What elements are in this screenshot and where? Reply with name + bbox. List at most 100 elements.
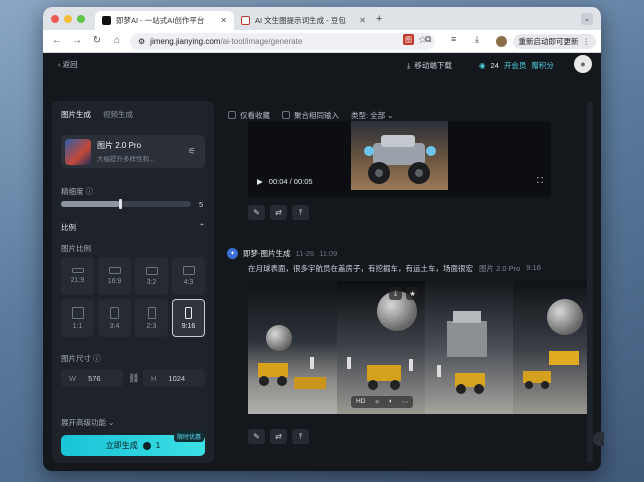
tab-title: AI 文生图提示词生成 - 豆包 xyxy=(255,16,346,25)
magic-wand-icon[interactable]: ✧ xyxy=(374,398,379,406)
tab-groups-icon[interactable]: ≡ xyxy=(451,34,456,44)
link-aspect-icon[interactable]: ⛓ xyxy=(128,373,139,384)
download-label: 移动端下载 xyxy=(414,61,452,70)
home-icon[interactable]: ⌂ xyxy=(111,35,123,46)
result-image-2[interactable]: ⤓ ★ HD ✧ ◐ ⋯ xyxy=(337,281,425,414)
ratio-option[interactable]: 16:9 xyxy=(98,257,131,295)
result-image-1[interactable] xyxy=(248,281,337,414)
close-window-button[interactable] xyxy=(51,15,59,23)
site-info-icon[interactable]: ⚙ xyxy=(138,37,145,46)
upload-icon[interactable]: ⤒ xyxy=(292,205,309,220)
tab-jimeng[interactable]: 即梦AI - 一站式AI创作平台 ✕ xyxy=(95,11,234,30)
regenerate-icon[interactable]: ⇄ xyxy=(270,429,287,444)
precision-slider-fill xyxy=(61,201,120,207)
edit-icon[interactable]: ✎ xyxy=(248,429,265,444)
back-button[interactable]: ‹ 返回 xyxy=(58,59,78,70)
side-float-button[interactable] xyxy=(593,432,604,446)
tab-image-generation[interactable]: 图片生成 xyxy=(61,109,91,123)
ratio-option[interactable]: 21:9 xyxy=(61,257,94,295)
ratio-section-header[interactable]: 比例 ⌃ xyxy=(61,222,205,233)
model-thumbnail xyxy=(65,138,91,165)
ratio-option[interactable]: 9:16 xyxy=(172,299,205,337)
ratio-option[interactable]: 3:2 xyxy=(135,257,168,295)
extension-icon[interactable]: 图 xyxy=(403,34,414,45)
ratio-label: 2:3 xyxy=(146,322,157,330)
feed-scrollbar[interactable] xyxy=(587,101,593,463)
result-time: 11:09 xyxy=(319,249,338,258)
image-ratio-label: 图片比例 xyxy=(61,244,91,253)
result-author: 即梦-图片生成 xyxy=(243,249,291,258)
vip-button[interactable]: 开会员 xyxy=(504,60,527,71)
result-image-4[interactable] xyxy=(513,281,592,414)
address-bar[interactable]: ⚙ jimeng.jianying.com/ai-tool/image/gene… xyxy=(130,33,435,50)
erase-icon[interactable]: ◐ xyxy=(389,398,393,406)
rover-video-frame xyxy=(351,121,448,190)
generate-label: 立即生成 xyxy=(105,441,138,450)
merge-inputs-label: 聚合相同输入 xyxy=(294,110,339,120)
fullscreen-icon[interactable]: ⛶ xyxy=(537,176,543,186)
model-selector[interactable]: 图片 2.0 Pro 大幅提升多样性和... ⚟ xyxy=(61,135,205,168)
tab-video-generation[interactable]: 视频生成 xyxy=(103,109,133,123)
ratio-section-title: 比例 xyxy=(61,223,76,232)
precision-slider[interactable] xyxy=(61,199,191,209)
type-filter-dropdown[interactable]: 类型: 全部 ⌄ xyxy=(351,110,394,121)
precision-slider-handle[interactable] xyxy=(118,199,122,209)
ratio-option[interactable]: 1:1 xyxy=(61,299,94,337)
profile-avatar[interactable] xyxy=(496,36,507,47)
ratio-option[interactable]: 4:3 xyxy=(172,257,205,295)
new-tab-button[interactable]: + xyxy=(376,13,382,25)
reload-icon[interactable]: ↻ xyxy=(91,35,103,46)
restart-label: 重新启动即可更新 xyxy=(518,37,579,46)
image-size-label: 图片尺寸 ⓘ xyxy=(61,353,101,364)
forward-arrow-icon[interactable]: → xyxy=(71,35,83,46)
model-settings-icon[interactable]: ⚟ xyxy=(188,146,196,157)
info-icon[interactable]: ⓘ xyxy=(93,354,101,363)
close-tab-icon[interactable]: ✕ xyxy=(359,16,366,25)
maximize-window-button[interactable] xyxy=(77,15,85,23)
advanced-label: 展开高级功能 xyxy=(61,418,106,427)
merge-inputs-checkbox[interactable]: 聚合相同输入 xyxy=(282,110,339,121)
chevron-up-icon: ⌃ xyxy=(198,222,205,231)
hd-button[interactable]: HD xyxy=(356,398,365,406)
only-favorites-checkbox[interactable]: 仅看收藏 xyxy=(228,110,270,121)
ratio-shape-icon xyxy=(110,306,119,319)
ratio-option[interactable]: 3:4 xyxy=(98,299,131,337)
play-icon[interactable]: ▶ xyxy=(257,177,263,186)
free-credits-button[interactable]: 赠积分 xyxy=(531,60,554,71)
mobile-download-button[interactable]: ⤓ 移动端下载 xyxy=(407,60,452,71)
jimeng-logo-icon: ✦ xyxy=(227,248,238,259)
height-field[interactable]: H 1024 xyxy=(143,369,205,387)
ratio-shape-icon xyxy=(147,306,156,319)
close-tab-icon[interactable]: ✕ xyxy=(220,16,227,25)
result-prompt[interactable]: 在月球表面，很多宇航员在盖房子，有挖掘车，有运土车，场面很宏 图片 2.0 Pr… xyxy=(248,263,541,274)
favorite-star-icon[interactable]: ★ xyxy=(406,287,419,300)
minimize-window-button[interactable] xyxy=(64,15,72,23)
chevron-down-icon: ⌄ xyxy=(387,110,394,120)
ratio-option[interactable]: 2:3 xyxy=(135,299,168,337)
generate-button[interactable]: 立即生成 1 限时优惠 xyxy=(61,431,205,456)
downloads-icon[interactable]: ⤓ xyxy=(475,34,479,45)
info-icon[interactable]: ⓘ xyxy=(86,187,94,196)
only-favorites-label: 仅看收藏 xyxy=(240,110,270,120)
download-icon[interactable]: ⤓ xyxy=(389,287,402,300)
tab-title: 即梦AI - 一站式AI创作平台 xyxy=(116,16,205,25)
user-avatar[interactable]: ● xyxy=(574,55,592,73)
image-actions: ✎ ⇄ ⤒ xyxy=(248,429,309,444)
result-image-3[interactable] xyxy=(425,281,513,414)
tab-search-icon[interactable]: ⌄ xyxy=(581,13,593,25)
restart-update-button[interactable]: 重新启动即可更新 ⋮ xyxy=(512,34,596,49)
chevron-down-icon: ⌄ xyxy=(108,418,115,427)
upload-icon[interactable]: ⤒ xyxy=(292,429,309,444)
prompt-text: 在月球表面，很多宇航员在盖房子，有挖掘车，有运土车，场面很宏 xyxy=(248,264,473,273)
ratio-shape-icon xyxy=(71,306,84,319)
tab-doubao[interactable]: AI 文生图提示词生成 - 豆包 ✕ xyxy=(234,11,373,30)
back-arrow-icon[interactable]: ← xyxy=(51,35,63,46)
video-result[interactable]: ▶ 00:04 / 00:05 ⛶ xyxy=(248,121,551,197)
advanced-toggle[interactable]: 展开高级功能 ⌄ xyxy=(61,417,114,428)
extensions-puzzle-icon[interactable]: ⧉ xyxy=(425,34,431,45)
doubao-favicon-icon xyxy=(241,16,250,25)
regenerate-icon[interactable]: ⇄ xyxy=(270,205,287,220)
width-field[interactable]: W 576 xyxy=(61,369,123,387)
edit-icon[interactable]: ✎ xyxy=(248,205,265,220)
more-options-icon[interactable]: ⋯ xyxy=(402,398,409,406)
